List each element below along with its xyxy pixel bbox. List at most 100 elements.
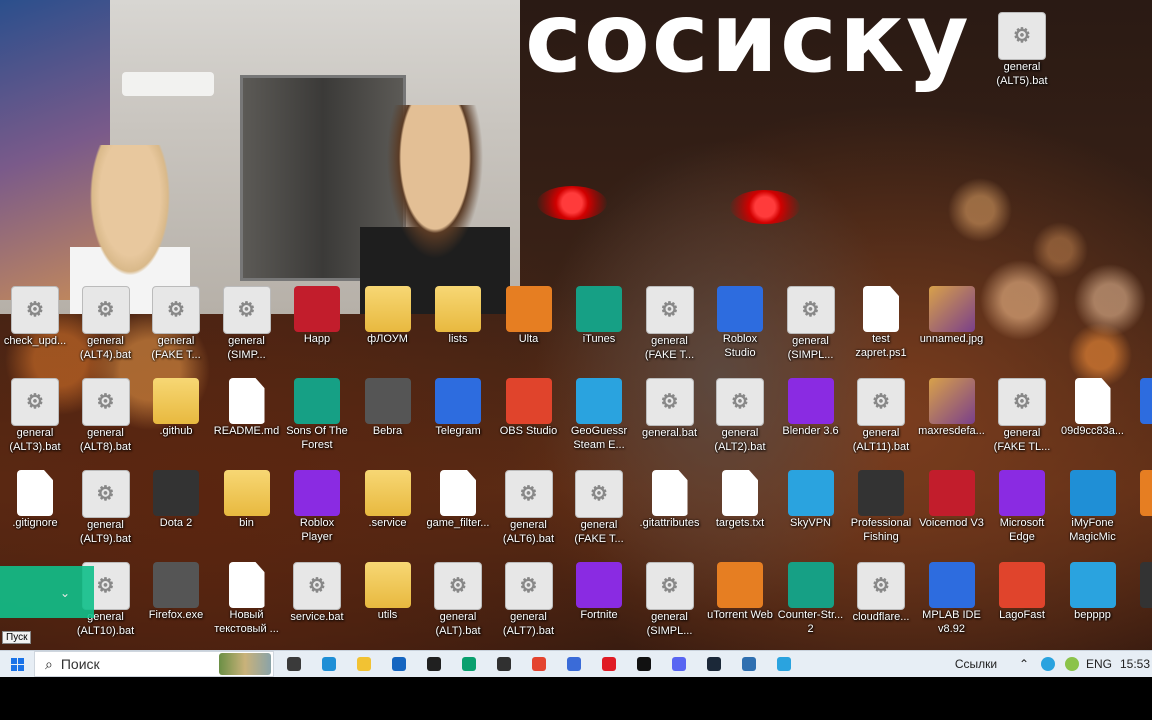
desktop-icon[interactable]: ⚙ general (FAKE T... [564, 470, 634, 560]
desktop-icon[interactable]: SkyVPN [776, 470, 846, 560]
desktop-icon[interactable]: uTorrent Web [705, 562, 775, 650]
desktop-icon[interactable]: 36 Se [1128, 562, 1152, 650]
desktop-icon[interactable]: ⚙ general.bat [635, 378, 705, 468]
vpn-tray-icon[interactable] [1062, 651, 1082, 677]
clock[interactable]: 15:53 [1118, 651, 1152, 677]
taskbar-app-button[interactable] [527, 651, 551, 677]
links-toolbar[interactable]: Ссылки [948, 651, 1004, 677]
desktop-icon[interactable]: targets.txt [705, 470, 775, 560]
search-input[interactable]: Поиск [61, 656, 100, 672]
desktop-icon[interactable]: unnamed.jpg [917, 286, 987, 376]
desktop-icon[interactable]: MPLAB IDE v8.92 [917, 562, 987, 650]
desktop-icon[interactable]: iTunes [564, 286, 634, 376]
desktop[interactable]: сосиску ⚙ check_upd... ⚙ general (ALT4).bat… [0, 0, 1152, 650]
desktop-icon[interactable]: ⚙ general (SIMP... [212, 286, 282, 376]
desktop-icon-label: MPLAB IDE v8.92 [922, 609, 981, 635]
desktop-icon[interactable]: OBS Studio [494, 378, 564, 468]
desktop-icon[interactable]: .service [353, 470, 423, 560]
taskbar-app-button[interactable] [457, 651, 481, 677]
desktop-icon-label: Firefox.exe [148, 609, 204, 621]
taskbar-app-button[interactable] [562, 651, 586, 677]
desktop-icon[interactable]: lists [423, 286, 493, 376]
desktop-icon[interactable]: bin [212, 470, 282, 560]
desktop-icon[interactable]: game_filter... [423, 470, 493, 560]
desktop-icon[interactable]: Roblox Studio [705, 286, 775, 376]
taskbar-app-button[interactable] [632, 651, 656, 677]
chevron-down-icon[interactable]: ⌄ [60, 586, 70, 600]
desktop-icon[interactable]: Roblox Player [282, 470, 352, 560]
desktop-icon[interactable]: ⚙ general (SIMPL... [776, 286, 846, 376]
desktop-icon[interactable]: Happ [282, 286, 352, 376]
desktop-icon[interactable]: ⚙ cloudflare... [846, 562, 916, 650]
telegram-tray-icon[interactable] [1038, 651, 1058, 677]
desktop-icon[interactable]: ⚙ general (ALT6).bat [494, 470, 564, 560]
desktop-icon[interactable]: ⚙ general (FAKE T... [635, 286, 705, 376]
desktop-icon[interactable]: Sons Of The Forest [282, 378, 352, 468]
desktop-icon[interactable]: Counter-Str... 2 [776, 562, 846, 650]
desktop-icon[interactable]: ⚙ general (ALT).bat [423, 562, 493, 650]
taskbar-app-button[interactable] [702, 651, 726, 677]
desktop-icon[interactable]: ⚙ general (ALT11).bat [846, 378, 916, 468]
desktop-icon[interactable]: Ulta [494, 286, 564, 376]
taskbar-app-button[interactable] [597, 651, 621, 677]
taskbar-app-button[interactable] [282, 651, 306, 677]
desktop-icon[interactable]: maxresdefa... [917, 378, 987, 468]
desktop-icon[interactable]: ⚙ general (ALT5).bat [987, 12, 1057, 102]
taskbar-app-button[interactable] [422, 651, 446, 677]
desktop-icon[interactable]: GeoGuessr Steam E... [564, 378, 634, 468]
desktop-icon[interactable]: 09d9cc83a... [1058, 378, 1128, 468]
desktop-icon[interactable]: ⚙ general (ALT2).bat [705, 378, 775, 468]
desktop-icon[interactable]: iMyFone MagicMic [1058, 470, 1128, 560]
language-indicator[interactable]: ENG [1084, 651, 1114, 677]
desktop-icon[interactable]: Microsoft Edge [987, 470, 1057, 560]
start-button[interactable] [0, 651, 34, 677]
batch-file-icon: ⚙ [11, 286, 59, 334]
desktop-icon[interactable]: ⚙ service.bat [282, 562, 352, 650]
desktop-icon[interactable]: .gitignore [0, 470, 70, 560]
telegram-icon [777, 657, 791, 671]
desktop-icon[interactable]: ⚙ general (FAKE T... [141, 286, 211, 376]
desktop-icon[interactable]: 360 Br [1128, 378, 1152, 468]
desktop-icon[interactable]: .github [141, 378, 211, 468]
taskbar-app-button[interactable] [772, 651, 796, 677]
desktop-icon[interactable]: .gitattributes [635, 470, 705, 560]
notification-popup[interactable]: ⌄ [0, 566, 94, 618]
desktop-icon[interactable]: LagoFast [987, 562, 1057, 650]
image-icon [928, 378, 975, 424]
desktop-icon[interactable]: Bebra [353, 378, 423, 468]
search-box[interactable]: ⌕ Поиск [34, 651, 274, 677]
desktop-icon[interactable]: Voicemod V3 [917, 470, 987, 560]
batch-file-icon: ⚙ [575, 470, 623, 518]
chevron-up-icon[interactable]: ⌃ [1014, 651, 1034, 677]
taskbar-app-button[interactable] [387, 651, 411, 677]
desktop-icon[interactable]: Telegram [423, 378, 493, 468]
desktop-icon[interactable]: ⚙ check_upd... [0, 286, 70, 376]
desktop-icon[interactable]: Professional Fishing [846, 470, 916, 560]
desktop-icon-label: Dota 2 [159, 517, 193, 529]
desktop-icon[interactable]: ⚙ general (ALT9).bat [71, 470, 141, 560]
desktop-icon[interactable]: ⚙ general (ALT4).bat [71, 286, 141, 376]
desktop-icon[interactable]: фЛОУМ [353, 286, 423, 376]
desktop-icon[interactable]: bepppp [1058, 562, 1128, 650]
desktop-icon[interactable]: Firefox.exe [141, 562, 211, 650]
taskbar-app-button[interactable] [317, 651, 341, 677]
batch-file-icon: ⚙ [11, 378, 59, 426]
desktop-icon[interactable]: README.md [212, 378, 282, 468]
desktop-icon[interactable]: Fortnite [564, 562, 634, 650]
desktop-icon[interactable]: Dota 2 [141, 470, 211, 560]
taskbar-app-button[interactable] [492, 651, 516, 677]
taskbar-app-button[interactable] [737, 651, 761, 677]
desktop-icon[interactable]: ⚙ general (ALT8).bat [71, 378, 141, 468]
desktop-icon[interactable]: test zapret.ps1 [846, 286, 916, 376]
desktop-icon[interactable]: utils [353, 562, 423, 650]
desktop-icon[interactable]: ⚙ general (ALT7).bat [494, 562, 564, 650]
desktop-icon[interactable]: ⚙ general (SIMPL... [635, 562, 705, 650]
desktop-icon[interactable]: FL [1128, 470, 1152, 560]
desktop-icon[interactable]: ⚙ general (ALT3).bat [0, 378, 70, 468]
desktop-icon[interactable]: Blender 3.6 [776, 378, 846, 468]
taskbar-app-button[interactable] [667, 651, 691, 677]
desktop-icon[interactable]: Новый текстовый ... [212, 562, 282, 650]
desktop-icon-label: Telegram [435, 425, 481, 437]
desktop-icon[interactable]: ⚙ general (FAKE TL... [987, 378, 1057, 468]
taskbar-app-button[interactable] [352, 651, 376, 677]
